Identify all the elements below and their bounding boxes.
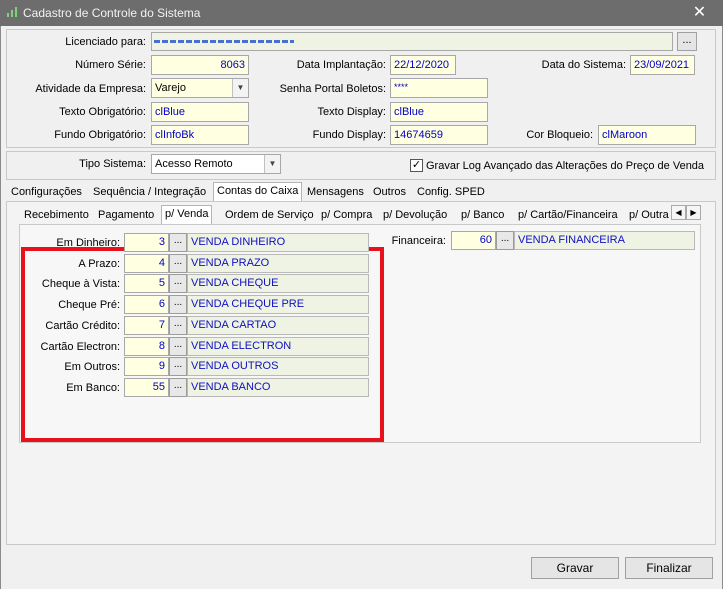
sub-tabs: Recebimento Pagamento p/ Venda Ordem de … [19, 205, 709, 225]
chevron-down-icon[interactable]: ▼ [264, 155, 280, 173]
account-label: A Prazo: [78, 257, 120, 270]
gravar-button[interactable]: Gravar [531, 557, 619, 579]
data-sistema-label: Data do Sistema: [541, 59, 626, 71]
close-button[interactable]: ✕ [676, 0, 723, 26]
account-code-field[interactable]: 4 [124, 253, 169, 273]
data-sistema-field[interactable]: 23/09/2021 [630, 55, 695, 75]
fundo-display-label: Fundo Display: [312, 129, 386, 141]
main-tabs: Configurações Sequência / Integração Con… [6, 182, 718, 202]
licenciado-redacted [154, 40, 294, 43]
account-lookup-button[interactable]: ... [169, 233, 187, 252]
account-code-field[interactable]: 8 [124, 336, 169, 356]
account-desc-field: VENDA DINHEIRO [187, 233, 369, 252]
account-desc-field: VENDA CARTAO [187, 315, 369, 335]
texto-obrigatorio-field[interactable]: clBlue [151, 102, 249, 122]
tab-contas-do-caixa[interactable]: Contas do Caixa [213, 182, 303, 202]
texto-display-label: Texto Display: [317, 106, 386, 118]
financeira-label: Financeira: [391, 235, 446, 247]
tab-outros[interactable]: Outros [370, 184, 409, 202]
account-code-field[interactable]: 6 [124, 295, 169, 315]
account-code-field[interactable]: 9 [124, 357, 169, 377]
texto-obrigatorio-label: Texto Obrigatório: [59, 106, 146, 118]
account-desc-field: VENDA CHEQUE PRE [187, 295, 369, 315]
account-label: Em Dinheiro: [56, 237, 120, 249]
licenciado-field[interactable] [151, 32, 673, 51]
subtab-p-compra[interactable]: p/ Compra [318, 207, 375, 225]
tipo-sistema-label: Tipo Sistema: [79, 158, 146, 170]
title-bar: Cadastro de Controle do Sistema ✕ [0, 0, 723, 26]
subtab-p-outra[interactable]: p/ Outra [626, 207, 672, 225]
numero-serie-label: Número Série: [75, 59, 146, 71]
fundo-obrigatorio-label: Fundo Obrigatório: [54, 129, 146, 141]
account-code-field[interactable]: 3 [124, 233, 169, 252]
account-lookup-button[interactable]: ... [169, 274, 187, 294]
tipo-sistema-select[interactable]: Acesso Remoto ▼ [151, 154, 281, 174]
gravar-log-checkbox[interactable]: ✓ [410, 159, 423, 172]
account-label: Cheque à Vista: [41, 278, 120, 291]
subtab-p-devolucao[interactable]: p/ Devolução [380, 207, 450, 225]
finalizar-button[interactable]: Finalizar [625, 557, 713, 579]
account-lookup-button[interactable]: ... [169, 253, 187, 273]
account-label: Em Banco: [66, 381, 120, 394]
account-desc-field: VENDA BANCO [187, 377, 369, 397]
atividade-select[interactable]: Varejo ▼ [151, 78, 249, 98]
account-desc-field: VENDA PRAZO [187, 253, 369, 273]
tab-sequencia-integracao[interactable]: Sequência / Integração [90, 184, 209, 202]
account-desc-field: VENDA OUTROS [187, 357, 369, 377]
data-implantacao-field[interactable]: 22/12/2020 [390, 55, 456, 75]
cor-bloqueio-field[interactable]: clMaroon [598, 125, 696, 145]
window-title: Cadastro de Controle do Sistema [23, 6, 201, 20]
account-label: Cheque Pré: [58, 299, 120, 312]
subtab-p-banco[interactable]: p/ Banco [458, 207, 507, 225]
chart-app-icon [7, 7, 17, 17]
numero-serie-field[interactable]: 8063 [151, 55, 249, 75]
fundo-display-field[interactable]: 14674659 [390, 125, 488, 145]
account-label: Em Outros: [64, 361, 120, 374]
senha-label: Senha Portal Boletos: [279, 83, 386, 95]
fundo-obrigatorio-field[interactable]: clInfoBk [151, 125, 249, 145]
account-lookup-button[interactable]: ... [169, 357, 187, 377]
data-implantacao-label: Data Implantação: [296, 59, 386, 71]
chevron-down-icon[interactable]: ▼ [232, 79, 248, 97]
tab-mensagens[interactable]: Mensagens [304, 184, 367, 202]
tab-configuracoes[interactable]: Configurações [8, 184, 85, 202]
account-code-field[interactable]: 5 [124, 274, 169, 294]
cor-bloqueio-label: Cor Bloqueio: [526, 129, 593, 141]
account-lookup-button[interactable]: ... [169, 336, 187, 356]
account-desc-field: VENDA CHEQUE [187, 274, 369, 294]
account-code-field[interactable]: 55 [124, 377, 169, 397]
account-lookup-button[interactable]: ... [169, 377, 187, 397]
tab-scroll-left-icon[interactable]: ◀ [671, 205, 686, 220]
tab-scroll-right-icon[interactable]: ▶ [686, 205, 701, 220]
gravar-log-label: Gravar Log Avançado das Alterações do Pr… [426, 160, 705, 172]
financeira-lookup-button[interactable]: ... [496, 231, 514, 250]
account-label: Cartão Crédito: [45, 319, 120, 332]
subtab-ordem-servico[interactable]: Ordem de Serviço [222, 207, 317, 225]
account-code-field[interactable]: 7 [124, 315, 169, 335]
subtab-recebimento[interactable]: Recebimento [21, 207, 92, 225]
subtab-pagamento[interactable]: Pagamento [95, 207, 157, 225]
subtab-p-cartao-financeira[interactable]: p/ Cartão/Financeira [515, 207, 621, 225]
texto-display-field[interactable]: clBlue [390, 102, 488, 122]
financeira-desc-field: VENDA FINANCEIRA [514, 231, 695, 250]
senha-field[interactable]: **** [390, 78, 488, 98]
account-lookup-button[interactable]: ... [169, 315, 187, 335]
licenciado-lookup-button[interactable]: ... [677, 32, 697, 51]
subtab-p-venda[interactable]: p/ Venda [161, 205, 213, 225]
account-desc-field: VENDA ELECTRON [187, 336, 369, 356]
account-label: Cartão Electron: [40, 340, 120, 353]
close-icon: ✕ [692, 4, 707, 21]
atividade-label: Atividade da Empresa: [35, 83, 146, 95]
account-lookup-button[interactable]: ... [169, 295, 187, 315]
financeira-code-field[interactable]: 60 [451, 231, 496, 250]
tab-config-sped[interactable]: Config. SPED [414, 184, 488, 202]
licenciado-label: Licenciado para: [65, 36, 146, 48]
window-body: Licenciado para: ... Número Série: 8063 … [0, 26, 723, 589]
